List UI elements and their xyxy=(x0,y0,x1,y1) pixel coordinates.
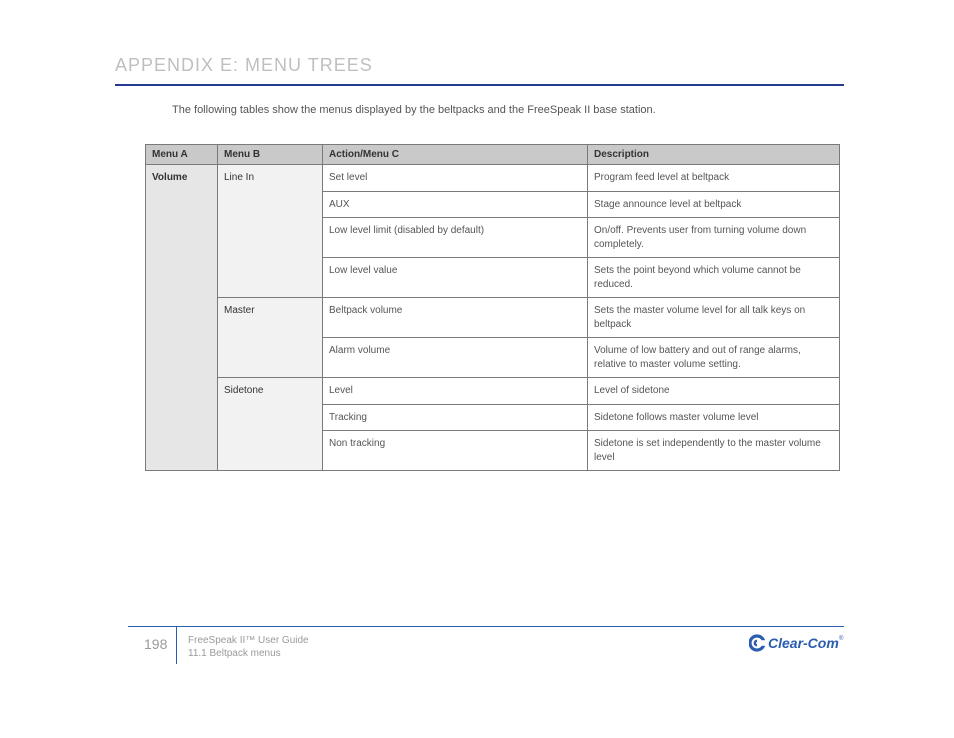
cell-action: Alarm volume xyxy=(323,338,588,378)
menu-tree-table: Menu A Menu B Action/Menu C Description … xyxy=(145,144,840,471)
cell-action: Low level limit (disabled by default) xyxy=(323,218,588,258)
svg-text:Clear-Com: Clear-Com xyxy=(768,635,839,651)
col-header-action: Action/Menu C xyxy=(323,145,588,165)
col-header-description: Description xyxy=(588,145,840,165)
cell-menu-b: Master xyxy=(218,298,323,378)
brand-registered: ® xyxy=(839,635,844,642)
cell-action: Level xyxy=(323,378,588,405)
col-header-menu-a: Menu A xyxy=(146,145,218,165)
brand-name-text: Clear-Com xyxy=(768,635,839,651)
page-title: APPENDIX E: MENU TREES xyxy=(115,55,844,76)
table-row: MasterBeltpack volumeSets the master vol… xyxy=(146,298,840,338)
cell-action: Low level value xyxy=(323,258,588,298)
footer-section-title: 11.1 Beltpack menus xyxy=(188,647,309,660)
brand-logo: Clear-Com ® xyxy=(749,630,844,659)
footer-rule xyxy=(128,626,844,627)
menu-tree-table-wrapper: Menu A Menu B Action/Menu C Description … xyxy=(145,144,839,471)
footer-guide-title: FreeSpeak II™ User Guide xyxy=(188,634,309,647)
cell-description: Sets the master volume level for all tal… xyxy=(588,298,840,338)
intro-paragraph: The following tables show the menus disp… xyxy=(172,102,834,119)
cell-menu-b: Line In xyxy=(218,165,323,298)
cell-menu-a: Volume xyxy=(146,165,218,471)
cell-description: Stage announce level at beltpack xyxy=(588,191,840,218)
cell-description: Program feed level at beltpack xyxy=(588,165,840,192)
page-number: 198 xyxy=(144,636,167,652)
cell-action: AUX xyxy=(323,191,588,218)
cell-description: On/off. Prevents user from turning volum… xyxy=(588,218,840,258)
cell-menu-b: Sidetone xyxy=(218,378,323,471)
cell-description: Sidetone follows master volume level xyxy=(588,404,840,431)
cell-action: Set level xyxy=(323,165,588,192)
clearcom-logo-icon: Clear-Com ® xyxy=(749,630,844,656)
cell-action: Non tracking xyxy=(323,431,588,471)
horizontal-rule xyxy=(115,84,844,86)
table-row: SidetoneLevelLevel of sidetone xyxy=(146,378,840,405)
footer-divider xyxy=(176,626,177,664)
cell-description: Sets the point beyond which volume canno… xyxy=(588,258,840,298)
table-row: VolumeLine InSet levelProgram feed level… xyxy=(146,165,840,192)
page-footer: 198 FreeSpeak II™ User Guide 11.1 Beltpa… xyxy=(128,630,844,670)
cell-description: Sidetone is set independently to the mas… xyxy=(588,431,840,471)
cell-description: Volume of low battery and out of range a… xyxy=(588,338,840,378)
col-header-menu-b: Menu B xyxy=(218,145,323,165)
cell-action: Tracking xyxy=(323,404,588,431)
cell-description: Level of sidetone xyxy=(588,378,840,405)
cell-action: Beltpack volume xyxy=(323,298,588,338)
